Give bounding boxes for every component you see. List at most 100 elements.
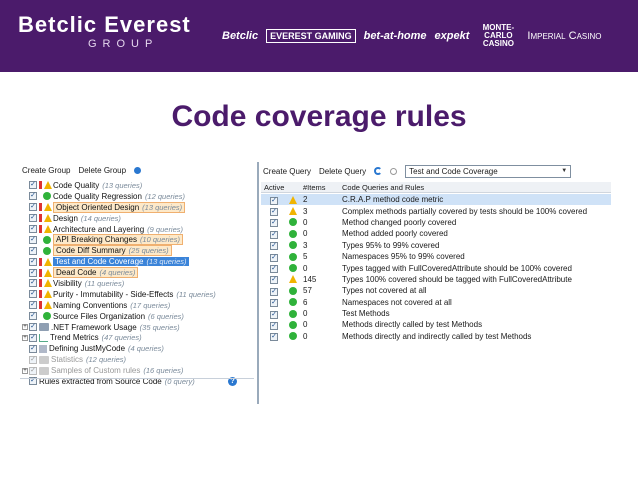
status-cell xyxy=(289,286,301,295)
active-checkbox[interactable]: ✓ xyxy=(270,287,278,296)
tree-item[interactable]: ✓ Test and Code Coverage (13 queries) xyxy=(22,256,254,267)
group-checkbox[interactable]: ✓ xyxy=(29,235,37,244)
refresh-icon[interactable] xyxy=(374,167,383,175)
tree-item[interactable]: + ✓ Samples of Custom rules (16 queries) xyxy=(22,365,254,376)
rule-row[interactable]: ✓ 3 Complex methods partially covered by t… xyxy=(261,205,611,217)
tree-item[interactable]: ✓ Object Oriented Design (13 queries) xyxy=(22,201,254,213)
tree-item[interactable]: ✓ Design (14 queries) xyxy=(22,213,254,224)
group-checkbox[interactable]: ✓ xyxy=(29,203,37,212)
tree-item-count: (11 queries) xyxy=(176,289,216,299)
active-checkbox[interactable]: ✓ xyxy=(270,208,278,217)
header-items[interactable]: #Items xyxy=(301,183,342,192)
active-checkbox[interactable]: ✓ xyxy=(270,276,278,285)
ok-icon xyxy=(289,286,297,295)
rule-row[interactable]: ✓ 0 Methods directly and indirectly called… xyxy=(261,331,611,342)
create-query-button[interactable]: Create Query xyxy=(263,167,311,176)
ok-icon xyxy=(289,264,297,273)
items-count: 145 xyxy=(303,274,317,284)
rule-row[interactable]: ✓ 5 Namespaces 95% to 99% covered xyxy=(261,251,611,262)
rule-row[interactable]: ✓ 0 Test Methods xyxy=(261,308,611,319)
rule-row[interactable]: ✓ 6 Namespaces not covered at all xyxy=(261,297,611,308)
tree-item-label: Statistics xyxy=(51,355,84,365)
rule-row[interactable]: ✓ 0 Types tagged with FullCoveredAttribute… xyxy=(261,262,611,274)
status-cell xyxy=(289,218,301,227)
group-checkbox[interactable]: ✓ xyxy=(29,246,37,255)
tree-item-count: (12 queries) xyxy=(144,191,185,201)
group-checkbox[interactable]: ✓ xyxy=(29,301,37,310)
group-select[interactable]: Test and Code Coverage ▼ xyxy=(405,164,572,178)
tree-item[interactable]: + ✓ Trend Metrics (47 queries) xyxy=(22,332,254,343)
group-checkbox[interactable]: ✓ xyxy=(29,355,37,364)
tree-item[interactable]: ✓ Statistics (12 queries) xyxy=(22,354,254,365)
ok-icon xyxy=(289,320,297,329)
active-checkbox[interactable]: ✓ xyxy=(270,265,278,274)
group-checkbox[interactable]: ✓ xyxy=(29,257,37,266)
group-checkbox[interactable]: ✓ xyxy=(29,290,37,299)
delete-query-button[interactable]: Delete Query xyxy=(319,167,366,176)
rule-row[interactable]: ✓ 57 Types not covered at all xyxy=(261,285,611,296)
tree-item-text: Architecture and Layering (9 queries) xyxy=(53,225,183,234)
tree-item[interactable]: ✓ Source Files Organization (6 queries) xyxy=(22,311,254,322)
active-checkbox[interactable]: ✓ xyxy=(270,310,278,319)
rule-name: C.R.A.P method code metric xyxy=(342,195,444,205)
header-name[interactable]: Code Queries and Rules xyxy=(342,183,611,192)
info-icon[interactable] xyxy=(134,166,142,174)
active-checkbox[interactable]: ✓ xyxy=(270,230,278,239)
group-checkbox[interactable]: ✓ xyxy=(29,366,37,375)
expand-icon[interactable]: + xyxy=(22,324,28,331)
expand-icon[interactable]: + xyxy=(22,367,28,374)
active-checkbox[interactable]: ✓ xyxy=(270,299,278,308)
tree-item[interactable]: ✓ Naming Conventions (17 queries) xyxy=(22,300,254,311)
group-checkbox[interactable]: ✓ xyxy=(29,214,37,223)
group-checkbox[interactable]: ✓ xyxy=(29,192,37,201)
warning-icon xyxy=(44,257,52,266)
tree-item-label: .NET Framework Usage xyxy=(51,322,137,332)
expand-icon[interactable]: + xyxy=(22,334,28,341)
delete-group-button[interactable]: Delete Group xyxy=(78,166,126,175)
rule-row[interactable]: ✓ 0 Methods directly called by test Method… xyxy=(261,319,611,330)
tree-item[interactable]: ✓ Architecture and Layering (9 queries) xyxy=(22,224,254,235)
active-checkbox[interactable]: ✓ xyxy=(270,333,278,342)
tree-item[interactable]: ✓ Purity - Immutability - Side-Effects (11… xyxy=(22,289,254,300)
tree-item[interactable]: ✓ API Breaking Changes (10 queries) xyxy=(22,234,254,246)
active-checkbox[interactable]: ✓ xyxy=(270,242,278,251)
tree-item[interactable]: ✓ Visibility (11 queries) xyxy=(22,278,254,289)
warning-icon xyxy=(44,290,52,299)
tree-item-label: Object Oriented Design xyxy=(56,202,140,212)
rule-row[interactable]: ✓ 3 Types 95% to 99% covered xyxy=(261,240,611,251)
active-cell: ✓ xyxy=(261,286,289,296)
group-checkbox[interactable]: ✓ xyxy=(29,225,37,233)
tree-item[interactable]: ✓ Dead Code (4 queries) xyxy=(22,267,254,279)
tree-item-label: Code Quality Regression xyxy=(53,191,142,201)
tree-item[interactable]: ✓ Code Quality Regression (12 queries) xyxy=(22,191,254,202)
tree-item-text: Purity - Immutability - Side-Effects (11 … xyxy=(53,290,216,299)
group-checkbox[interactable]: ✓ xyxy=(29,344,37,353)
group-checkbox[interactable]: ✓ xyxy=(29,323,37,332)
rule-row[interactable]: ✓ 0 Method added poorly covered xyxy=(261,228,611,239)
group-checkbox[interactable]: ✓ xyxy=(29,268,37,277)
active-checkbox[interactable]: ✓ xyxy=(270,321,278,330)
rule-name: Namespaces not covered at all xyxy=(342,297,452,307)
tree-item[interactable]: + ✓ .NET Framework Usage (35 queries) xyxy=(22,322,254,333)
clear-icon[interactable] xyxy=(390,167,398,175)
rule-row[interactable]: ✓ 0 Method changed poorly covered xyxy=(261,217,611,228)
items-count: 0 xyxy=(303,229,308,239)
tree-item[interactable]: ✓ Code Diff Summary (25 queries) xyxy=(22,245,254,257)
warning-icon xyxy=(44,268,52,277)
group-checkbox[interactable]: ✓ xyxy=(29,181,37,190)
active-checkbox[interactable]: ✓ xyxy=(270,253,278,262)
group-checkbox[interactable]: ✓ xyxy=(29,312,37,321)
header-active[interactable]: Active xyxy=(261,183,289,192)
create-group-button[interactable]: Create Group xyxy=(22,166,70,175)
group-checkbox[interactable]: ✓ xyxy=(29,333,37,342)
tree-item[interactable]: ✓ Defining JustMyCode (4 queries) xyxy=(22,343,254,354)
rule-row[interactable]: ✓ 2 C.R.A.P method code metric xyxy=(261,194,611,206)
tree-item-count: (13 queries) xyxy=(102,180,143,190)
active-checkbox[interactable]: ✓ xyxy=(270,219,278,228)
tree-item[interactable]: ✓ Code Quality (13 queries) xyxy=(22,180,254,191)
group-checkbox[interactable]: ✓ xyxy=(29,279,37,288)
active-checkbox[interactable]: ✓ xyxy=(270,196,278,205)
rule-row[interactable]: ✓ 145 Types 100% covered should be tagged … xyxy=(261,274,611,285)
tree-item-count: (35 queries) xyxy=(139,322,180,332)
